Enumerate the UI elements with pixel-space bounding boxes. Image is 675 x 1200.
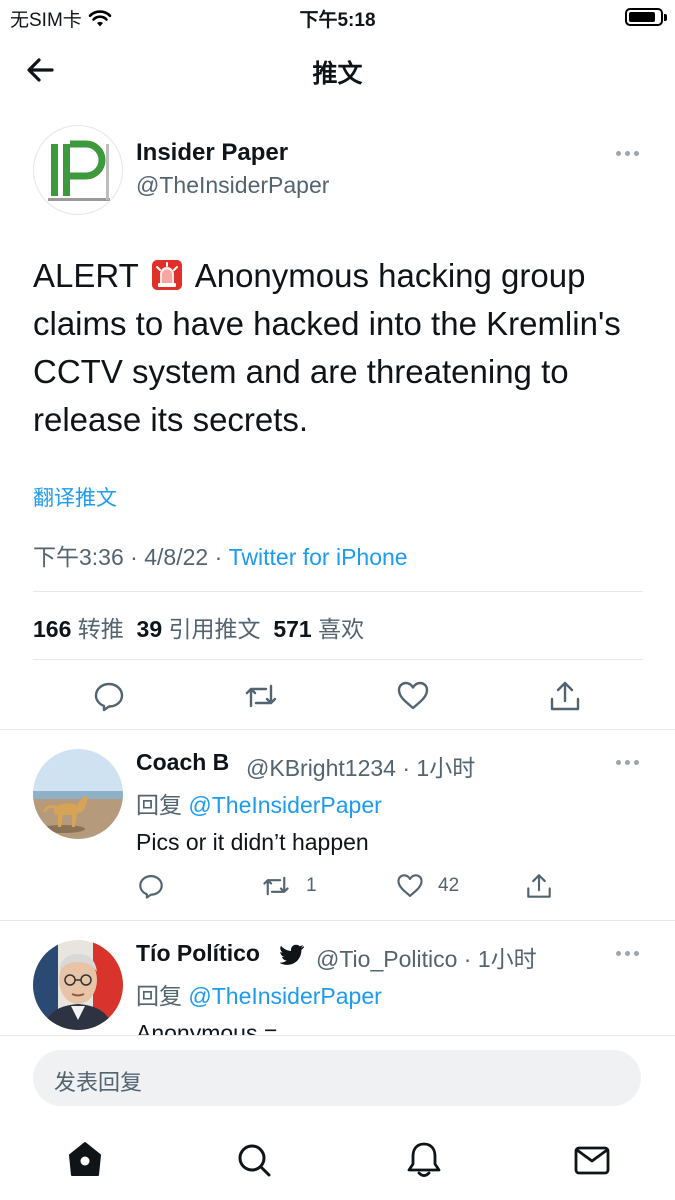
bird-icon bbox=[280, 944, 304, 965]
divider bbox=[0, 920, 675, 921]
tweet-time: 下午3:36 bbox=[33, 544, 124, 570]
reply-prefix: 回复 bbox=[136, 983, 182, 1009]
reply-mention-link[interactable]: @TheInsiderPaper bbox=[188, 792, 381, 818]
divider bbox=[33, 591, 643, 592]
reply-author-handle[interactable]: @Tio_Politico bbox=[316, 946, 457, 972]
status-bar: 无SIM卡 下午5:18 bbox=[0, 0, 675, 36]
meta-separator: · bbox=[130, 544, 138, 570]
reply-prefix: 回复 bbox=[136, 792, 182, 818]
tweet-text-alert: ALERT bbox=[33, 257, 139, 294]
portrait-illustration bbox=[33, 940, 123, 1030]
reply-author-name[interactable]: Coach B bbox=[136, 749, 229, 776]
insider-paper-logo bbox=[48, 140, 110, 201]
more-options-button[interactable] bbox=[616, 149, 640, 157]
tweet-source-link[interactable]: Twitter for iPhone bbox=[229, 544, 408, 570]
tweet-date: 4/8/22 bbox=[144, 544, 209, 570]
reply-avatar[interactable] bbox=[33, 940, 123, 1030]
reply-more-options-button[interactable] bbox=[616, 758, 640, 766]
author-handle[interactable]: @TheInsiderPaper bbox=[136, 172, 329, 199]
like-icon[interactable] bbox=[396, 679, 430, 713]
home-icon[interactable] bbox=[65, 1140, 105, 1180]
share-icon[interactable] bbox=[548, 679, 582, 713]
retweet-label[interactable]: 转推 bbox=[78, 616, 124, 642]
reply-more-options-button[interactable] bbox=[616, 949, 640, 957]
like-count: 42 bbox=[438, 875, 460, 896]
reply-icon[interactable] bbox=[137, 872, 165, 900]
reply-mention-link[interactable]: @TheInsiderPaper bbox=[188, 983, 381, 1009]
tweet-stats: 166 转推 39 引用推文 571 喜欢 bbox=[33, 610, 364, 644]
quote-count[interactable]: 39 bbox=[137, 616, 163, 642]
reply-author-handle[interactable]: @KBright1234 bbox=[246, 755, 396, 781]
messages-icon[interactable] bbox=[572, 1140, 612, 1180]
nav-header: 推文 bbox=[0, 40, 675, 98]
status-time: 下午5:18 bbox=[299, 10, 376, 31]
reply-to-line: 回复 @TheInsiderPaper bbox=[136, 786, 382, 820]
battery-icon bbox=[625, 8, 667, 26]
dog-beach-photo bbox=[33, 749, 123, 839]
retweet-icon[interactable] bbox=[244, 679, 278, 713]
tweet-meta: 下午3:36 · 4/8/22 · Twitter for iPhone bbox=[33, 538, 408, 572]
reply-to-line: 回复 @TheInsiderPaper bbox=[136, 977, 382, 1011]
reply-meta: @KBright1234 · 1小时 bbox=[246, 749, 475, 783]
page-title: 推文 bbox=[312, 60, 363, 88]
search-icon[interactable] bbox=[234, 1140, 274, 1180]
reply-text: Pics or it didn’t happen bbox=[136, 829, 369, 855]
retweet-count: 1 bbox=[306, 875, 317, 896]
meta-separator: · bbox=[402, 755, 411, 781]
reply-time: 1小时 bbox=[477, 946, 537, 972]
retweet-icon[interactable] bbox=[262, 872, 290, 900]
reply-meta: @Tio_Politico · 1小时 bbox=[316, 940, 537, 974]
translate-tweet-link[interactable]: 翻译推文 bbox=[33, 482, 117, 512]
reply-icon[interactable] bbox=[92, 679, 126, 713]
battery-level bbox=[629, 12, 655, 22]
tweet-text: ALERT Anonymous hacking group claims to … bbox=[33, 252, 643, 444]
divider bbox=[0, 729, 675, 730]
meta-separator: · bbox=[463, 946, 472, 972]
siren-icon bbox=[152, 260, 183, 290]
reply-author-name[interactable]: Tío Político bbox=[136, 940, 260, 967]
reply-time: 1小时 bbox=[416, 755, 476, 781]
quote-label[interactable]: 引用推文 bbox=[169, 616, 261, 642]
compose-placeholder[interactable]: 发表回复 bbox=[54, 1065, 142, 1097]
share-icon[interactable] bbox=[525, 872, 553, 900]
reply-avatar[interactable] bbox=[33, 749, 123, 839]
divider bbox=[33, 659, 643, 660]
author-name[interactable]: Insider Paper bbox=[136, 139, 288, 167]
notifications-icon[interactable] bbox=[404, 1140, 444, 1180]
like-icon[interactable] bbox=[396, 872, 424, 900]
like-count[interactable]: 571 bbox=[273, 616, 311, 642]
like-label[interactable]: 喜欢 bbox=[318, 616, 364, 642]
retweet-count[interactable]: 166 bbox=[33, 616, 71, 642]
author-avatar[interactable] bbox=[33, 125, 123, 215]
meta-separator: · bbox=[214, 544, 223, 570]
